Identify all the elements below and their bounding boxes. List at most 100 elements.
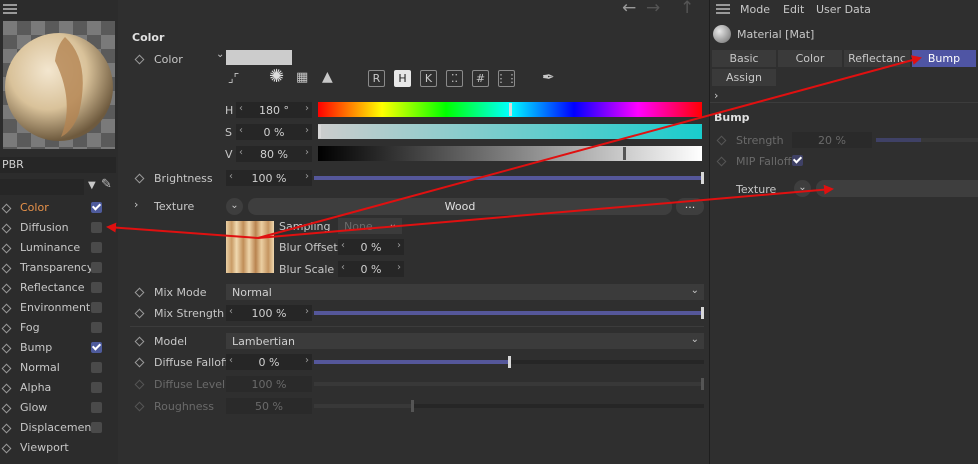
menu-user-data[interactable]: User Data (816, 3, 871, 16)
v-field[interactable]: ‹ 80 % › (236, 146, 312, 162)
menu-edit[interactable]: Edit (783, 3, 804, 16)
keyframe-icon[interactable] (1, 323, 12, 334)
blur-offset-field[interactable]: ‹ 0 % › (338, 239, 404, 255)
keyframe-icon[interactable] (134, 173, 145, 184)
s-knob[interactable] (318, 125, 321, 138)
brightness-slider[interactable] (314, 170, 706, 186)
tab-reflectance[interactable]: Reflectanc (844, 50, 910, 67)
channel-viewport[interactable]: Viewport (20, 441, 69, 454)
channel-checkbox[interactable] (91, 362, 102, 373)
menu-icon[interactable] (716, 4, 730, 14)
keyframe-icon[interactable] (1, 383, 12, 394)
hue-slider[interactable] (318, 102, 702, 117)
channel-checkbox[interactable] (91, 382, 102, 393)
channel-fog[interactable]: Fog (20, 321, 40, 334)
mix-strength-field[interactable]: ‹ 100 % › (226, 305, 312, 321)
channel-luminance[interactable]: Luminance (20, 241, 80, 254)
channel-checkbox[interactable] (91, 262, 102, 273)
saturation-slider[interactable] (318, 124, 702, 139)
expand-arrow-icon[interactable]: › (714, 89, 718, 102)
channel-checkbox[interactable] (91, 302, 102, 313)
keyframe-icon[interactable] (1, 343, 12, 354)
tab-bump[interactable]: Bump (912, 50, 976, 67)
texture-menu-button[interactable]: ⌄ (794, 180, 811, 197)
keyframe-icon[interactable] (1, 203, 12, 214)
texture-menu-button[interactable]: ⌄ (226, 198, 243, 215)
keyframe-icon[interactable] (1, 363, 12, 374)
forward-arrow-icon[interactable]: → (646, 0, 660, 18)
mix-mode-select[interactable]: Normal ⌄ (226, 284, 704, 300)
diffuse-falloff-knob[interactable] (508, 356, 511, 368)
keyframe-icon[interactable] (1, 263, 12, 274)
expand-chevron-icon[interactable]: ⌄ (216, 49, 224, 60)
color-wheel-icon[interactable]: ✺ (269, 66, 284, 87)
h-knob[interactable] (509, 103, 512, 116)
brightness-knob[interactable] (701, 172, 704, 184)
model-select[interactable]: Lambertian ⌄ (226, 333, 704, 349)
keyframe-icon[interactable] (1, 223, 12, 234)
tab-basic[interactable]: Basic (712, 50, 776, 67)
blur-scale-field[interactable]: ‹ 0 % › (338, 261, 404, 277)
keyframe-icon[interactable] (134, 54, 145, 65)
channel-checkbox[interactable] (91, 222, 102, 233)
mode-button[interactable]: ⁚⁚ (446, 70, 463, 87)
keyframe-icon[interactable] (134, 287, 145, 298)
image-icon[interactable]: ▲ (322, 69, 333, 85)
v-knob[interactable] (623, 147, 626, 160)
channel-color[interactable]: Color (20, 201, 49, 214)
mode-button[interactable]: R (368, 70, 385, 87)
channel-diffusion[interactable]: Diffusion (20, 221, 69, 234)
diffuse-falloff-slider[interactable] (314, 354, 706, 370)
channel-bump[interactable]: Bump (20, 341, 52, 354)
collapse-icon[interactable]: ⌟⌜ (228, 71, 239, 85)
keyframe-icon[interactable] (1, 443, 12, 454)
channel-alpha[interactable]: Alpha (20, 381, 51, 394)
channel-glow[interactable]: Glow (20, 401, 47, 414)
channel-checkbox[interactable] (91, 202, 102, 213)
material-preview[interactable] (3, 21, 115, 149)
tab-color[interactable]: Color (778, 50, 842, 67)
channel-checkbox[interactable] (91, 422, 102, 433)
keyframe-icon[interactable] (1, 403, 12, 414)
back-arrow-icon[interactable]: ← (622, 0, 636, 18)
channel-checkbox[interactable] (91, 282, 102, 293)
texture-thumbnail[interactable] (226, 221, 274, 273)
texture-more-button[interactable]: ... (676, 198, 704, 215)
keyframe-icon[interactable] (134, 357, 145, 368)
mip-falloff-checkbox[interactable] (792, 155, 803, 166)
keyframe-icon[interactable] (1, 423, 12, 434)
color-picker-icon[interactable]: ✒ (542, 68, 555, 86)
mix-strength-knob[interactable] (701, 307, 704, 319)
channel-transparency[interactable]: Transparency (20, 261, 93, 274)
mode-button[interactable]: ⋮⋮ (496, 70, 518, 87)
chevron-down-icon[interactable]: ▼ (88, 180, 96, 191)
expand-arrow-icon[interactable]: › (134, 198, 138, 211)
texture-name-button[interactable]: Wood (248, 198, 672, 215)
material-name-field[interactable]: PBR (0, 157, 116, 173)
menu-icon[interactable] (3, 4, 17, 14)
keyframe-icon[interactable] (1, 303, 12, 314)
mix-strength-slider[interactable] (314, 305, 706, 321)
keyframe-icon[interactable] (134, 308, 145, 319)
up-arrow-icon[interactable]: ↑ (680, 0, 694, 18)
channel-environment[interactable]: Environment (20, 301, 90, 314)
sampling-select[interactable]: None ⌄ (338, 218, 402, 234)
channel-displacement[interactable]: Displacement (20, 421, 96, 434)
mode-button[interactable]: # (472, 70, 489, 87)
channel-reflectance[interactable]: Reflectance (20, 281, 85, 294)
brightness-field[interactable]: ‹ 100 % › (226, 170, 312, 186)
channel-checkbox[interactable] (91, 242, 102, 253)
channel-normal[interactable]: Normal (20, 361, 60, 374)
tab-assign[interactable]: Assign (712, 69, 776, 86)
keyframe-icon[interactable] (1, 283, 12, 294)
channel-checkbox[interactable] (91, 402, 102, 413)
eyedropper-icon[interactable]: ✎ (101, 177, 112, 192)
keyframe-icon[interactable] (134, 336, 145, 347)
diffuse-falloff-field[interactable]: ‹ 0 % › (226, 354, 312, 370)
mode-button[interactable]: H (394, 70, 411, 87)
channel-checkbox[interactable] (91, 342, 102, 353)
menu-mode[interactable]: Mode (740, 3, 770, 16)
value-slider[interactable] (318, 146, 702, 161)
texture-slot[interactable] (816, 180, 978, 197)
channel-checkbox[interactable] (91, 322, 102, 333)
